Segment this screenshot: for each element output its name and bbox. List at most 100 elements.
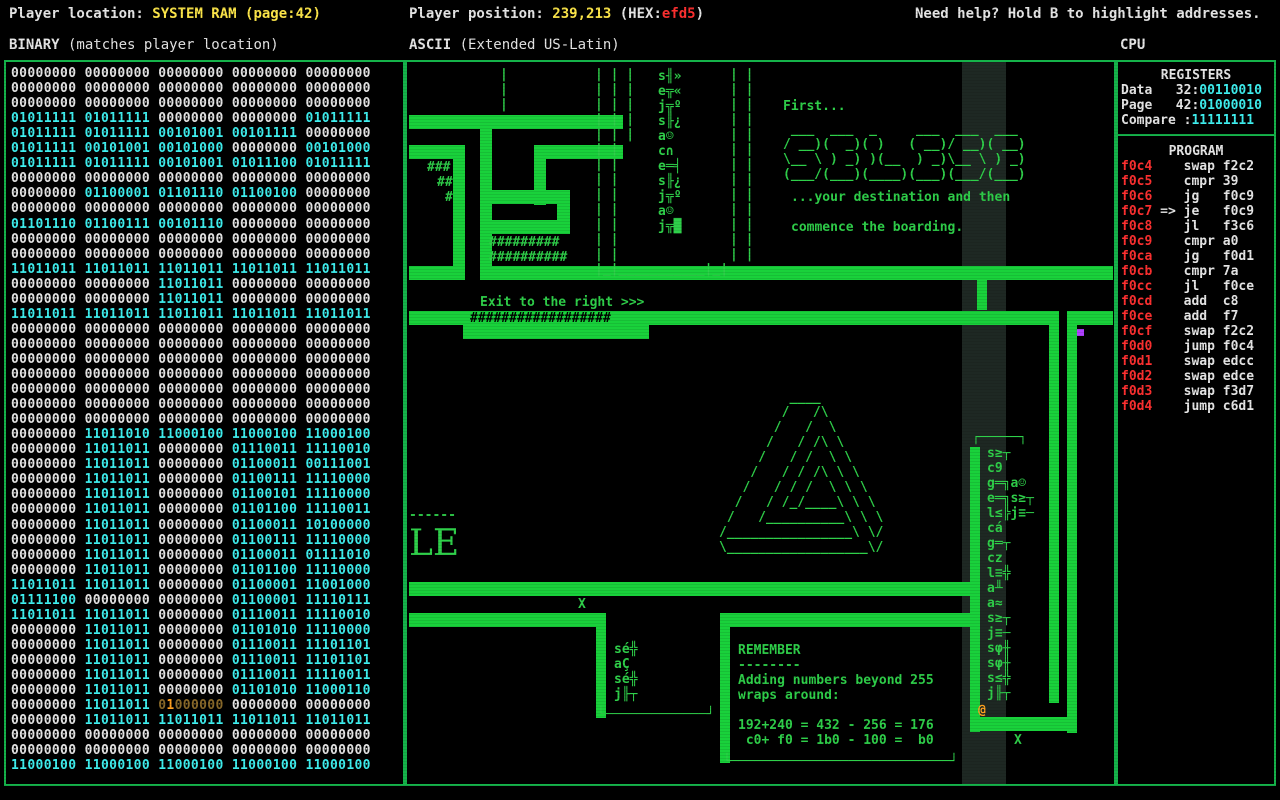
binary-row: 00000000 11011011 00000000 01110011 1111… <box>11 668 371 683</box>
exit-text: Exit to the right >>> <box>480 295 645 310</box>
binary-row: 00000000 11011011 00000000 01110011 1110… <box>11 637 371 653</box>
hash-fill: ########## <box>489 250 568 265</box>
hex-value: efd5 <box>661 6 696 22</box>
binary-row: 00000000 00000000 00000000 00000000 0000… <box>11 336 371 352</box>
destination-text: ...your destination and then <box>791 190 1011 205</box>
wall <box>480 266 1113 280</box>
binary-row: 00000000 00000000 00000000 00000000 0000… <box>11 96 371 112</box>
hash-bar: ################## <box>470 311 611 326</box>
pipe-lines: └────────────────────────────┘ <box>723 754 958 769</box>
wall <box>1073 311 1113 325</box>
ascii-heading: ASCII (Extended US-Latin) <box>409 37 620 53</box>
ascii-cell: / / / \ \ <box>719 450 853 465</box>
binary-row: 00000000 00000000 00000000 00000000 0000… <box>11 66 371 81</box>
binary-panel: 00000000 00000000 00000000 00000000 0000… <box>4 60 405 786</box>
wall <box>977 280 987 310</box>
binary-row: 01011111 01011111 00000000 00000000 0101… <box>11 111 371 127</box>
location-value: SYSTEM RAM (page:42) <box>152 6 321 22</box>
binary-row: 00000000 11011011 00000000 01100011 1010… <box>11 517 371 533</box>
ascii-cell: j╦º <box>658 99 682 114</box>
program-line: f0d0 jump f0c4 <box>1121 339 1255 354</box>
remember-line: wraps around: <box>738 688 840 703</box>
ascii-cell: e═╡ <box>658 159 682 174</box>
binary-row: 00000000 11011011 00000000 01100101 1111… <box>11 487 371 503</box>
program-line: f0d1 swap edcc <box>1121 354 1255 369</box>
binary-row: 01101110 01100111 00101110 00000000 0000… <box>11 216 371 232</box>
player-marker <box>1077 329 1084 336</box>
ascii-cell: /________________\ \/ <box>719 525 884 540</box>
ascii-cell: c9 <box>987 461 1003 476</box>
hash-marker: ## <box>437 175 453 190</box>
program-line: f0c4 swap f2c2 <box>1121 159 1255 174</box>
program-line: f0cf swap f2c2 <box>1121 324 1255 339</box>
ascii-cell: \__ \ ) _) )(__ ) _)\__ \ ) _) <box>783 152 1026 167</box>
character-column-right: s≥┬ c9 g═╗a☺ e═╗s≥┬ l≤╠j≡─ cá g═┬ cz l≡╬ a╨ a≈ s≥┬ j… <box>987 446 1034 701</box>
ascii-cell: a╨ <box>987 581 1003 596</box>
wall <box>463 325 649 339</box>
binary-row: 01011111 01011111 00101001 00101111 0000… <box>11 126 371 142</box>
player-location: Player location: SYSTEM RAM (page:42) <box>9 6 321 22</box>
binary-row: 00000000 00000000 00000000 00000000 0000… <box>11 728 371 744</box>
ascii-cell: g═╗a☺ <box>987 476 1027 491</box>
boarding-text: commence the boarding. <box>791 220 964 235</box>
pipe-lines: ┌─────┐ <box>972 430 1027 445</box>
wall <box>409 582 979 596</box>
ascii-cell: l≤╠j≡─ <box>987 506 1034 521</box>
wall <box>1049 311 1059 703</box>
registers-title: REGISTERS <box>1160 68 1232 83</box>
program-line: f0ca jg f0d1 <box>1121 249 1255 264</box>
ascii-cell: s╟¿ <box>658 114 682 129</box>
binary-row: 00000000 00000000 00000000 00000000 0000… <box>11 412 371 428</box>
hash-marker: ### <box>427 160 451 175</box>
ascii-cell: cz <box>987 551 1003 566</box>
player-position: Player position: 239,213 (HEX:efd5) <box>409 6 705 22</box>
ascii-cell: / / /_/____\ \ \ <box>719 495 876 510</box>
cpu-panel: REGISTERS Data 32:00110010 Page 42:01000… <box>1116 60 1276 786</box>
binary-row: 00000000 11011011 01000000 00000000 0000… <box>11 698 371 714</box>
binary-row: 00000000 00000000 00000000 00000000 0000… <box>11 367 371 382</box>
wall <box>557 190 570 234</box>
help-text: Need help? Hold B to highlight addresses… <box>915 6 1261 22</box>
ascii-cell: l≡╬ <box>987 566 1011 581</box>
wall <box>409 613 606 627</box>
register-page: Page 42:01000010 <box>1121 98 1262 113</box>
ascii-cell: e═╗s≥┬ <box>987 491 1034 506</box>
at-marker: @ <box>978 703 986 718</box>
wall <box>409 115 623 129</box>
ascii-cell: j╦█ <box>658 219 682 234</box>
ascii-cell: ___ ___ _ ___ ___ ___ <box>783 122 1026 137</box>
ascii-cell: j≡─ <box>987 626 1011 641</box>
register-data: Data 32:00110010 <box>1121 83 1262 98</box>
ascii-cell: sé╬ <box>614 642 638 657</box>
seleese-banner: ___ ___ _ ___ ___ ___ / __)( _)( ) ( __)… <box>783 122 1026 182</box>
remember-line: 192+240 = 432 - 256 = 176 <box>738 718 934 733</box>
wall <box>720 613 978 627</box>
ascii-cell: / / / / \ \ \ <box>719 480 868 495</box>
binary-row: 00000000 01100001 01101110 01100100 0000… <box>11 186 371 202</box>
binary-row: 00000000 00000000 00000000 00000000 0000… <box>11 81 371 97</box>
binary-row: 00000000 00000000 00000000 00000000 0000… <box>11 397 371 413</box>
ascii-cell: a☺ <box>658 204 674 219</box>
pipe-lines: | | | | | | | | | | | | | | | | | | | | | | | | | | <box>730 67 754 262</box>
wall <box>1067 311 1077 733</box>
binary-row: 00000000 11011011 00000000 01101010 1111… <box>11 622 371 638</box>
remember-title: REMEMBER <box>738 643 801 658</box>
character-column-top: s╢» e╦« j╦º s╟¿ a☺ c∩ e═╡ s╟¿ j╦º a☺ j╦█ <box>658 69 681 234</box>
wall <box>596 613 606 718</box>
ascii-cell: e╦« <box>658 84 682 99</box>
ascii-cell: sφ╫ <box>987 641 1011 656</box>
binary-row: 00000000 11011011 11011011 11011011 1101… <box>11 713 371 729</box>
ascii-cell: \__________________\/ <box>719 540 884 555</box>
ascii-cell: sé╬ <box>614 672 638 687</box>
binary-row: 01111100 00000000 00000000 01100001 1111… <box>11 592 371 608</box>
binary-row: 11011011 11011011 11011011 11011011 1101… <box>11 306 371 322</box>
program-line: f0c9 cmpr a0 <box>1121 234 1239 249</box>
ascii-cell: cá <box>987 521 1003 536</box>
ascii-cell: / /__________\ \ \ <box>719 510 884 525</box>
ascii-cell: (___/(___)(____)(___)(___/(___) <box>783 167 1026 182</box>
ascii-cell: j╦º <box>658 189 682 204</box>
remember-line: c0+ f0 = 1b0 - 100 = b0 <box>738 733 934 748</box>
program-line: f0c5 cmpr 39 <box>1121 174 1239 189</box>
ascii-map-panel: | | | | | | | | | | | | | | | | | | | | | | | | | … <box>405 60 1116 786</box>
remember-line: Adding numbers beyond 255 <box>738 673 934 688</box>
